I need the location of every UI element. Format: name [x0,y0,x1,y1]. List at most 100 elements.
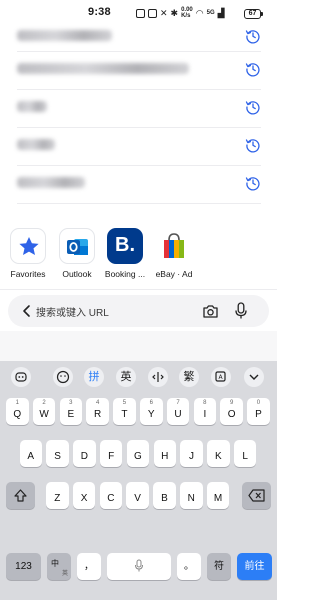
star-icon [10,228,46,264]
traditional-chinese-button[interactable]: 繁 [179,367,199,387]
key-v[interactable]: V [126,482,149,509]
key-hint: 0 [256,400,261,406]
comma-key[interactable]: ， [77,553,101,580]
key-a[interactable]: A [19,440,42,467]
mute-icon: ✕ [160,7,168,18]
key-label: H [161,451,169,462]
language-switch-key[interactable]: 中英 [47,553,71,580]
key-label: Z [54,493,61,504]
key-o[interactable]: 9O [220,398,243,425]
history-item-title [17,30,112,41]
key-label: 123 [15,561,32,572]
key-label: A [27,451,35,462]
key-i[interactable]: 8I [193,398,217,425]
notification-icon [136,8,145,18]
url-placeholder[interactable]: 搜索或键入 URL [36,304,109,319]
key-w[interactable]: 2W [32,398,56,425]
key-k[interactable]: K [207,440,230,467]
ebay-bag-icon [156,228,192,264]
history-item-title [17,63,189,74]
key-z[interactable]: Z [46,482,69,509]
period-key[interactable]: 。 [177,553,201,580]
status-bar: 9:38 ✕ ✱ 0.00 K/s ◠ 5G ▟ 67 [0,0,277,28]
key-x[interactable]: X [72,482,96,509]
key-l[interactable]: L [233,440,257,467]
key-d[interactable]: D [73,440,96,467]
key-g[interactable]: G [126,440,150,467]
key-label: U [174,409,182,420]
address-bar[interactable]: 搜索或键入 URL [8,295,269,327]
translate-icon[interactable]: A [211,367,231,387]
history-item[interactable] [0,128,277,166]
backspace-key[interactable] [242,482,271,509]
shortcut-favorites[interactable]: Favorites [2,228,54,279]
key-hint: 7 [176,400,180,406]
key-label: 符 [214,561,224,572]
history-clock-icon [245,63,260,77]
outlook-icon [59,228,95,264]
history-item[interactable] [0,52,277,90]
key-label: P [255,409,262,420]
battery-icon: 67 [244,9,263,19]
key-p[interactable]: 0P [247,398,270,425]
shortcut-ebay[interactable]: eBay · Ad [148,228,200,279]
key-label: K [215,451,222,462]
collapse-keyboard-icon[interactable] [244,367,264,387]
key-y[interactable]: 6Y [140,398,163,425]
key-hint: 4 [95,400,100,406]
key-m[interactable]: M [206,482,230,509]
key-h[interactable]: H [153,440,176,467]
key-label: O [227,409,236,420]
back-chevron-icon[interactable] [20,304,34,318]
history-clock-icon [245,101,260,115]
history-item[interactable] [0,90,277,128]
symbols-key[interactable]: 符 [207,553,231,580]
key-u[interactable]: 7U [166,398,190,425]
key-j[interactable]: J [180,440,203,467]
speed-indicator: 0.00 K/s [181,7,193,19]
pinyin-mode-button[interactable]: 拼 [84,367,104,387]
key-label: L [242,451,248,462]
history-item[interactable] [0,166,277,204]
key-label: J [189,451,195,462]
lang-cn: 中 [51,559,59,568]
key-b[interactable]: B [153,482,176,509]
key-label: 前往 [244,561,265,572]
key-label: V [134,493,141,504]
key-hint: 1 [15,400,19,406]
english-mode-button[interactable]: 英 [116,367,136,387]
key-label: B [161,493,168,504]
shortcut-booking[interactable]: B. Booking ... [99,228,151,279]
battery-level: 67 [248,10,257,17]
key-label: D [80,451,88,462]
key-c[interactable]: C [99,482,123,509]
bluetooth-icon: ✱ [170,7,179,18]
key-e[interactable]: 3E [59,398,83,425]
numbers-key[interactable]: 123 [6,553,41,580]
key-s[interactable]: S [46,440,69,467]
emoji-icon[interactable] [53,367,73,387]
key-label: G [134,451,142,462]
space-key[interactable] [107,553,171,580]
camera-icon[interactable] [202,303,219,319]
key-f[interactable]: F [99,440,123,467]
key-label: Q [13,409,22,420]
history-clock-icon [245,30,260,44]
speed-unit: K/s [181,13,191,19]
key-n[interactable]: N [180,482,203,509]
shortcut-row: Favorites Outlook B. Booking ... eBay · … [0,228,277,284]
shift-key[interactable] [6,482,35,509]
history-item[interactable] [0,28,277,52]
microphone-icon[interactable] [234,302,248,320]
key-r[interactable]: 4R [86,398,109,425]
key-label: ， [84,561,94,572]
lang-en: 英 [61,571,68,577]
key-label: C [107,493,115,504]
key-t[interactable]: 5T [113,398,136,425]
key-q[interactable]: 1Q [6,398,29,425]
divider [17,203,261,204]
go-key[interactable]: 前往 [237,553,272,580]
cursor-move-icon[interactable] [148,367,168,387]
shortcut-outlook[interactable]: Outlook [51,228,103,279]
keyboard-app-icon[interactable] [11,367,31,387]
